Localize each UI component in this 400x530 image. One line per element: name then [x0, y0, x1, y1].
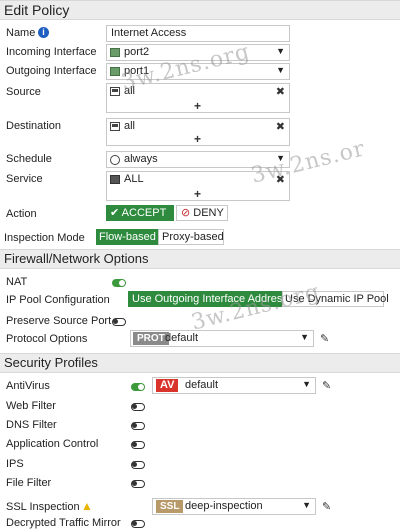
chevron-down-icon: ▼: [302, 379, 311, 389]
watermark-text: 3w.2ns.org: [188, 279, 323, 336]
add-icon[interactable]: +: [194, 133, 201, 145]
dns-filter-label: DNS Filter: [6, 419, 57, 431]
name-input[interactable]: Internet Access: [106, 25, 290, 42]
incoming-interface-value: port2: [124, 46, 150, 58]
schedule-label: Schedule: [6, 153, 52, 165]
page-title: Edit Policy: [0, 0, 400, 20]
protocol-options-value: default: [165, 332, 199, 344]
add-icon[interactable]: +: [194, 100, 201, 112]
antivirus-label: AntiVirus: [6, 380, 50, 392]
inspection-mode-label: Inspection Mode: [4, 232, 85, 244]
application-control-label: Application Control: [6, 438, 99, 450]
flow-based-button[interactable]: Flow-based: [96, 229, 158, 245]
check-icon: ✔: [110, 207, 120, 219]
web-filter-toggle[interactable]: [131, 403, 145, 411]
clock-icon: [110, 155, 120, 165]
antivirus-badge: AV: [156, 379, 179, 392]
add-icon[interactable]: +: [194, 188, 201, 200]
destination-value: all: [124, 120, 136, 132]
chevron-down-icon: ▼: [302, 500, 311, 510]
edit-icon[interactable]: ✎: [322, 500, 331, 513]
deny-icon: ⊘: [181, 207, 191, 219]
incoming-interface-label: Incoming Interface: [6, 46, 97, 58]
chevron-down-icon: ▼: [276, 46, 285, 56]
service-value: ALL: [124, 173, 144, 185]
antivirus-value: default: [185, 379, 219, 391]
info-icon[interactable]: i: [38, 27, 49, 38]
protocol-badge: PROT: [133, 332, 169, 345]
action-label: Action: [6, 208, 37, 220]
protocol-options-label: Protocol Options: [6, 333, 88, 345]
warning-icon: ▲: [81, 499, 93, 513]
edit-icon[interactable]: ✎: [322, 379, 331, 392]
accept-label: ACCEPT: [121, 207, 167, 219]
ssl-inspection-label: SSL Inspection: [6, 501, 80, 513]
nat-label: NAT: [6, 276, 28, 288]
close-icon[interactable]: ✖: [276, 85, 285, 98]
dns-filter-toggle[interactable]: [131, 422, 145, 430]
preserve-source-port-toggle[interactable]: [112, 318, 126, 326]
source-label: Source: [6, 86, 41, 98]
file-filter-toggle[interactable]: [131, 480, 145, 488]
antivirus-select[interactable]: AV default ▼: [152, 377, 316, 394]
proxy-based-button[interactable]: Proxy-based: [158, 229, 224, 245]
service-icon: [110, 175, 120, 184]
ip-pool-label: IP Pool Configuration: [6, 294, 110, 306]
name-value: Internet Access: [111, 27, 187, 39]
firewall-section-header: Firewall/Network Options: [0, 249, 400, 269]
nat-toggle[interactable]: [112, 279, 126, 287]
deny-button[interactable]: ⊘ DENY: [176, 205, 228, 221]
ips-label: IPS: [6, 458, 24, 470]
decrypted-traffic-mirror-toggle[interactable]: [131, 520, 145, 528]
chevron-down-icon: ▼: [300, 332, 309, 342]
name-label: Name: [6, 27, 36, 39]
service-label: Service: [6, 173, 43, 185]
decrypted-traffic-mirror-label: Decrypted Traffic Mirror: [6, 517, 121, 529]
accept-button[interactable]: ✔ ACCEPT: [106, 205, 174, 221]
schedule-value: always: [124, 153, 158, 165]
security-profiles-header: Security Profiles: [0, 353, 400, 373]
ssl-badge: SSL: [156, 500, 184, 513]
file-filter-label: File Filter: [6, 477, 52, 489]
ips-toggle[interactable]: [131, 461, 145, 469]
ssl-inspection-select[interactable]: SSL deep-inspection ▼: [152, 498, 316, 515]
ssl-inspection-value: deep-inspection: [185, 500, 263, 512]
protocol-options-select[interactable]: PROT default ▼: [130, 330, 314, 347]
destination-field[interactable]: all ✖ +: [106, 118, 290, 146]
preserve-source-port-label: Preserve Source Port: [6, 315, 112, 327]
outgoing-interface-label: Outgoing Interface: [6, 65, 97, 77]
antivirus-toggle[interactable]: [131, 383, 145, 391]
web-filter-label: Web Filter: [6, 400, 56, 412]
close-icon[interactable]: ✖: [276, 120, 285, 133]
destination-label: Destination: [6, 120, 62, 132]
edit-policy-window: { "header": {"title": "Edit Policy"}, "f…: [0, 0, 400, 530]
address-icon: [110, 87, 120, 96]
application-control-toggle[interactable]: [131, 441, 145, 449]
port-icon: [110, 48, 120, 57]
edit-icon[interactable]: ✎: [320, 332, 329, 345]
address-icon: [110, 122, 120, 131]
deny-label: DENY: [193, 207, 224, 219]
chevron-down-icon: ▼: [276, 65, 285, 75]
